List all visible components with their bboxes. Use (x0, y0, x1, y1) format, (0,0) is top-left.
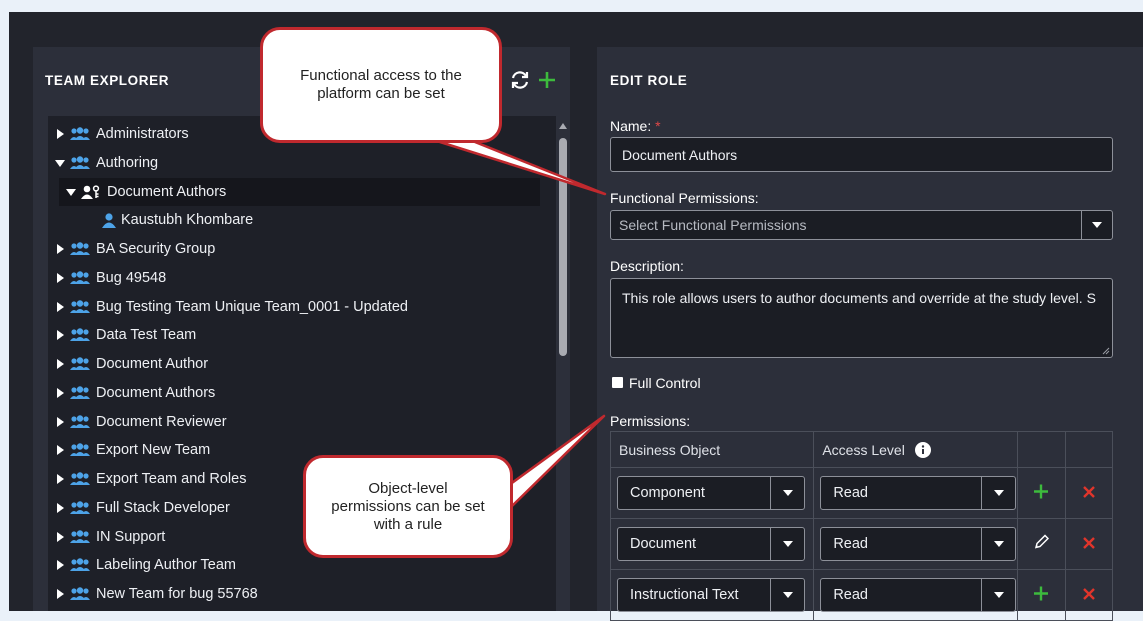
callout-pointers (438, 138, 607, 510)
object-callout-text: Object-level permissions can be set with… (331, 479, 485, 533)
functional-callout-text: Functional access to the platform can be… (300, 67, 462, 102)
object-level-callout: Object-level permissions can be set with… (303, 455, 513, 558)
functional-access-callout: Functional access to the platform can be… (260, 27, 502, 143)
object-callout-tail (503, 414, 606, 510)
functional-callout-tail (438, 138, 607, 196)
